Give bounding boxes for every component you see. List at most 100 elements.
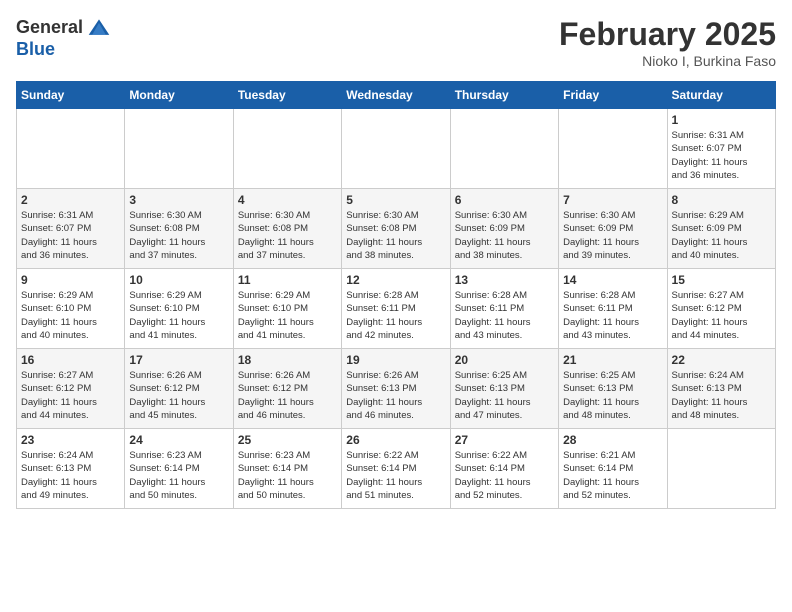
day-number: 10: [129, 273, 228, 287]
day-info: Sunrise: 6:22 AM Sunset: 6:14 PM Dayligh…: [346, 449, 445, 502]
day-info: Sunrise: 6:30 AM Sunset: 6:08 PM Dayligh…: [346, 209, 445, 262]
day-info: Sunrise: 6:30 AM Sunset: 6:09 PM Dayligh…: [455, 209, 554, 262]
calendar-cell: [233, 109, 341, 189]
day-number: 25: [238, 433, 337, 447]
calendar-cell: 25 Sunrise: 6:23 AM Sunset: 6:14 PM Dayli…: [233, 429, 341, 509]
calendar-cell: [17, 109, 125, 189]
calendar-week-5: 23 Sunrise: 6:24 AM Sunset: 6:13 PM Dayli…: [17, 429, 776, 509]
logo-text-blue: Blue: [16, 39, 55, 59]
day-number: 28: [563, 433, 662, 447]
day-number: 9: [21, 273, 120, 287]
calendar-cell: 9 Sunrise: 6:29 AM Sunset: 6:10 PM Daylig…: [17, 269, 125, 349]
day-header-thursday: Thursday: [450, 82, 558, 109]
calendar-cell: 16 Sunrise: 6:27 AM Sunset: 6:12 PM Dayli…: [17, 349, 125, 429]
calendar-cell: 19 Sunrise: 6:26 AM Sunset: 6:13 PM Dayli…: [342, 349, 450, 429]
calendar-cell: 12 Sunrise: 6:28 AM Sunset: 6:11 PM Dayli…: [342, 269, 450, 349]
day-number: 15: [672, 273, 771, 287]
day-info: Sunrise: 6:29 AM Sunset: 6:10 PM Dayligh…: [129, 289, 228, 342]
day-info: Sunrise: 6:31 AM Sunset: 6:07 PM Dayligh…: [21, 209, 120, 262]
day-number: 18: [238, 353, 337, 367]
day-info: Sunrise: 6:30 AM Sunset: 6:08 PM Dayligh…: [238, 209, 337, 262]
day-header-wednesday: Wednesday: [342, 82, 450, 109]
day-info: Sunrise: 6:27 AM Sunset: 6:12 PM Dayligh…: [672, 289, 771, 342]
day-info: Sunrise: 6:29 AM Sunset: 6:10 PM Dayligh…: [238, 289, 337, 342]
calendar-cell: [342, 109, 450, 189]
calendar-cell: 15 Sunrise: 6:27 AM Sunset: 6:12 PM Dayli…: [667, 269, 775, 349]
calendar-cell: 3 Sunrise: 6:30 AM Sunset: 6:08 PM Daylig…: [125, 189, 233, 269]
day-info: Sunrise: 6:22 AM Sunset: 6:14 PM Dayligh…: [455, 449, 554, 502]
calendar-cell: 10 Sunrise: 6:29 AM Sunset: 6:10 PM Dayli…: [125, 269, 233, 349]
calendar-table: SundayMondayTuesdayWednesdayThursdayFrid…: [16, 81, 776, 509]
day-number: 26: [346, 433, 445, 447]
calendar-header-row: SundayMondayTuesdayWednesdayThursdayFrid…: [17, 82, 776, 109]
day-number: 12: [346, 273, 445, 287]
day-info: Sunrise: 6:27 AM Sunset: 6:12 PM Dayligh…: [21, 369, 120, 422]
day-header-saturday: Saturday: [667, 82, 775, 109]
page-header: General Blue February 2025 Nioko I, Burk…: [16, 16, 776, 69]
calendar-cell: [450, 109, 558, 189]
day-header-monday: Monday: [125, 82, 233, 109]
calendar-cell: 22Sunrise: 6:24 AM Sunset: 6:13 PM Dayli…: [667, 349, 775, 429]
day-number: 11: [238, 273, 337, 287]
calendar-cell: 13 Sunrise: 6:28 AM Sunset: 6:11 PM Dayli…: [450, 269, 558, 349]
day-info: Sunrise: 6:25 AM Sunset: 6:13 PM Dayligh…: [563, 369, 662, 422]
day-number: 19: [346, 353, 445, 367]
day-info: Sunrise: 6:28 AM Sunset: 6:11 PM Dayligh…: [455, 289, 554, 342]
day-info: Sunrise: 6:29 AM Sunset: 6:10 PM Dayligh…: [21, 289, 120, 342]
day-header-friday: Friday: [559, 82, 667, 109]
day-number: 1: [672, 113, 771, 127]
day-header-sunday: Sunday: [17, 82, 125, 109]
day-number: 7: [563, 193, 662, 207]
day-number: 16: [21, 353, 120, 367]
day-header-tuesday: Tuesday: [233, 82, 341, 109]
logo-icon: [87, 16, 111, 40]
calendar-cell: 14 Sunrise: 6:28 AM Sunset: 6:11 PM Dayli…: [559, 269, 667, 349]
day-number: 3: [129, 193, 228, 207]
day-number: 23: [21, 433, 120, 447]
day-info: Sunrise: 6:30 AM Sunset: 6:08 PM Dayligh…: [129, 209, 228, 262]
day-number: 14: [563, 273, 662, 287]
day-number: 6: [455, 193, 554, 207]
day-info: Sunrise: 6:28 AM Sunset: 6:11 PM Dayligh…: [563, 289, 662, 342]
day-number: 27: [455, 433, 554, 447]
calendar-cell: 27 Sunrise: 6:22 AM Sunset: 6:14 PM Dayli…: [450, 429, 558, 509]
calendar-cell: 1 Sunrise: 6:31 AM Sunset: 6:07 PM Daylig…: [667, 109, 775, 189]
calendar-cell: 5Sunrise: 6:30 AM Sunset: 6:08 PM Daylig…: [342, 189, 450, 269]
day-number: 4: [238, 193, 337, 207]
day-info: Sunrise: 6:26 AM Sunset: 6:13 PM Dayligh…: [346, 369, 445, 422]
day-info: Sunrise: 6:23 AM Sunset: 6:14 PM Dayligh…: [238, 449, 337, 502]
location: Nioko I, Burkina Faso: [559, 53, 776, 69]
calendar-week-2: 2 Sunrise: 6:31 AM Sunset: 6:07 PM Daylig…: [17, 189, 776, 269]
day-info: Sunrise: 6:31 AM Sunset: 6:07 PM Dayligh…: [672, 129, 771, 182]
title-block: February 2025 Nioko I, Burkina Faso: [559, 16, 776, 69]
day-info: Sunrise: 6:26 AM Sunset: 6:12 PM Dayligh…: [129, 369, 228, 422]
day-number: 20: [455, 353, 554, 367]
day-info: Sunrise: 6:21 AM Sunset: 6:14 PM Dayligh…: [563, 449, 662, 502]
day-number: 22: [672, 353, 771, 367]
day-info: Sunrise: 6:23 AM Sunset: 6:14 PM Dayligh…: [129, 449, 228, 502]
calendar-cell: [667, 429, 775, 509]
logo: General Blue: [16, 16, 111, 60]
day-info: Sunrise: 6:30 AM Sunset: 6:09 PM Dayligh…: [563, 209, 662, 262]
day-info: Sunrise: 6:29 AM Sunset: 6:09 PM Dayligh…: [672, 209, 771, 262]
day-info: Sunrise: 6:25 AM Sunset: 6:13 PM Dayligh…: [455, 369, 554, 422]
logo-text-general: General: [16, 18, 83, 38]
day-number: 17: [129, 353, 228, 367]
day-info: Sunrise: 6:28 AM Sunset: 6:11 PM Dayligh…: [346, 289, 445, 342]
calendar-cell: 6 Sunrise: 6:30 AM Sunset: 6:09 PM Daylig…: [450, 189, 558, 269]
calendar-week-3: 9 Sunrise: 6:29 AM Sunset: 6:10 PM Daylig…: [17, 269, 776, 349]
calendar-cell: 24Sunrise: 6:23 AM Sunset: 6:14 PM Dayli…: [125, 429, 233, 509]
day-number: 2: [21, 193, 120, 207]
day-number: 21: [563, 353, 662, 367]
day-number: 13: [455, 273, 554, 287]
calendar-cell: 28 Sunrise: 6:21 AM Sunset: 6:14 PM Dayli…: [559, 429, 667, 509]
calendar-cell: 4 Sunrise: 6:30 AM Sunset: 6:08 PM Daylig…: [233, 189, 341, 269]
calendar-cell: 18Sunrise: 6:26 AM Sunset: 6:12 PM Dayli…: [233, 349, 341, 429]
calendar-cell: 26 Sunrise: 6:22 AM Sunset: 6:14 PM Dayli…: [342, 429, 450, 509]
day-info: Sunrise: 6:24 AM Sunset: 6:13 PM Dayligh…: [21, 449, 120, 502]
calendar-cell: 20 Sunrise: 6:25 AM Sunset: 6:13 PM Dayli…: [450, 349, 558, 429]
calendar-cell: 7 Sunrise: 6:30 AM Sunset: 6:09 PM Daylig…: [559, 189, 667, 269]
calendar-cell: [559, 109, 667, 189]
calendar-cell: 23 Sunrise: 6:24 AM Sunset: 6:13 PM Dayli…: [17, 429, 125, 509]
month-title: February 2025: [559, 16, 776, 53]
